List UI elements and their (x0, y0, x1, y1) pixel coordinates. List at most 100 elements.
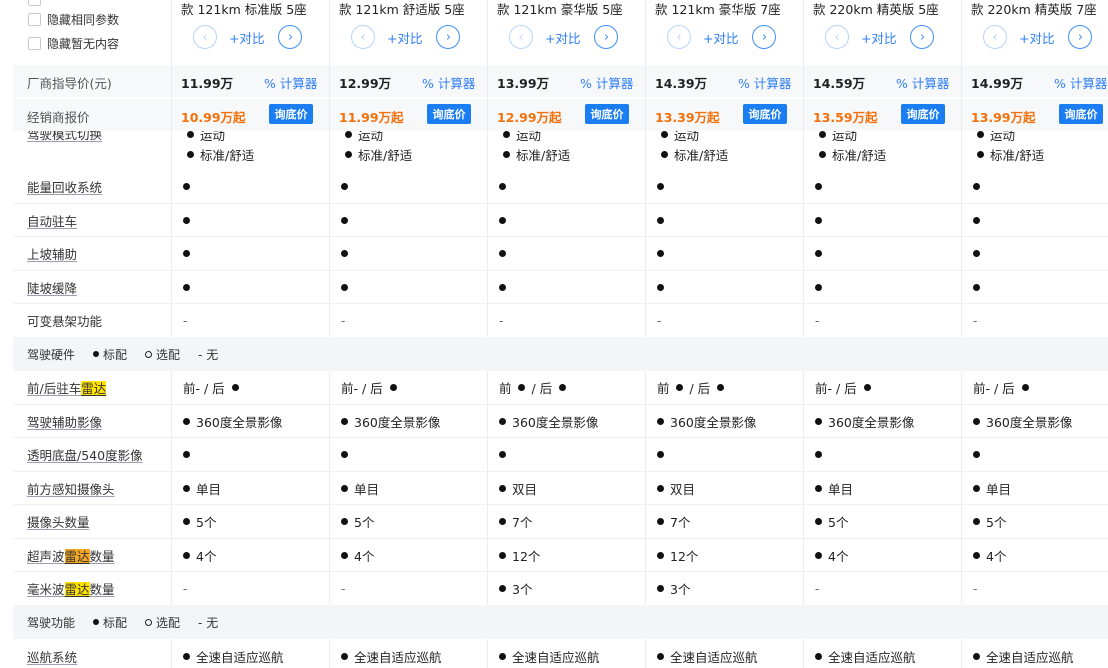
chevron-left-icon[interactable]: ‹ (351, 25, 375, 49)
dealer-price[interactable]: 13.99万起 (971, 107, 1036, 126)
row-label[interactable]: 能量回收系统 (27, 177, 102, 196)
add-compare-button[interactable]: +对比 (545, 28, 580, 47)
chevron-right-icon[interactable]: › (910, 25, 935, 49)
standard-dot-icon (231, 384, 239, 392)
column-divider (171, 99, 172, 131)
spec-cell: ● (973, 204, 1108, 238)
spec-cell: ● (657, 170, 803, 204)
spec-cell: ● 4个4个 (973, 539, 1108, 573)
calculator-link[interactable]: % 计算器 (264, 73, 317, 92)
calculator-link[interactable]: % 计算器 (422, 73, 475, 92)
dealer-price[interactable]: 13.39万起 (655, 107, 720, 126)
hide-empty-checkbox[interactable]: 隐藏暂无内容 (28, 35, 119, 52)
calculator-link[interactable]: % 计算器 (1054, 73, 1107, 92)
row-label[interactable]: 驾驶辅助影像 (27, 412, 102, 431)
row-label[interactable]: 上坡辅助 (27, 244, 77, 263)
trim-title[interactable]: 款 121km 豪华版 7座 (655, 0, 781, 18)
ask-price-button[interactable]: 询底价 (901, 104, 945, 124)
column-divider (803, 99, 804, 131)
standard-dot-icon (1021, 384, 1029, 392)
spec-value: ● (973, 250, 986, 258)
chevron-right-icon[interactable]: › (752, 25, 777, 49)
spec-value: ● 360度全景影像360度全景影像 (499, 412, 598, 431)
chevron-right-icon[interactable]: › (1068, 25, 1093, 49)
standard-dot-icon (657, 551, 664, 559)
standard-dot-icon (973, 518, 980, 526)
trim-title[interactable]: 款 220km 精英版 5座 (813, 0, 939, 18)
standard-dot-icon (183, 551, 190, 559)
spec-row: 摄像头数量 ● 5个5个 ● 5个5个 ● 7个7个 ● 7个7个 ● 5个5个 ● 5个5… (0, 505, 1108, 539)
row-label[interactable]: 可变悬架功能 (27, 311, 102, 330)
calculator-link[interactable]: % 计算器 (738, 73, 791, 92)
dealer-price[interactable]: 13.59万起 (813, 107, 878, 126)
standard-dot-icon (183, 250, 190, 258)
standard-dot-icon (973, 484, 980, 492)
chevron-left-icon[interactable]: ‹ (509, 25, 533, 49)
add-compare-button[interactable]: +对比 (229, 28, 264, 47)
add-compare-button[interactable]: +对比 (1019, 28, 1054, 47)
checkbox-box[interactable] (28, 37, 41, 50)
row-label[interactable]: 毫米波雷达数量 (27, 579, 115, 598)
section-title: 驾驶硬件 (27, 347, 76, 362)
calculator-label: 计算器 (595, 76, 634, 91)
row-label[interactable]: 摄像头数量 (27, 512, 90, 531)
ask-price-button[interactable]: 询底价 (1059, 104, 1103, 124)
calculator-link[interactable]: % 计算器 (580, 73, 633, 92)
add-compare-button[interactable]: +对比 (703, 28, 738, 47)
chevron-left-icon[interactable]: ‹ (983, 25, 1007, 49)
trim-title[interactable]: 款 121km 豪华版 5座 (497, 0, 623, 18)
standard-dot-icon (341, 551, 348, 559)
spec-cell: -- (341, 304, 487, 338)
standard-dot-icon (183, 417, 190, 425)
standard-dot-icon (345, 130, 352, 138)
spec-value: ● (657, 183, 670, 191)
ask-price-button[interactable]: 询底价 (743, 104, 787, 124)
spec-value: -- (183, 314, 187, 328)
spec-cell: 前 ● / 后 ●前 / 后 (657, 371, 803, 405)
chevron-right-icon[interactable]: › (594, 25, 619, 49)
row-label-cell: 超声波雷达数量 (13, 539, 171, 573)
add-compare-button[interactable]: +对比 (387, 28, 422, 47)
spec-value: 标准/舒适 (661, 144, 728, 164)
ask-price-button[interactable]: 询底价 (269, 104, 313, 124)
trim-title[interactable]: 款 121km 舒适版 5座 (339, 0, 465, 18)
standard-dot-icon (815, 451, 822, 459)
ask-price-button[interactable]: 询底价 (427, 104, 471, 124)
checkbox-box[interactable] (28, 13, 41, 26)
chevron-left-icon[interactable]: ‹ (825, 25, 849, 49)
standard-dot-icon (657, 250, 664, 258)
row-label[interactable]: 超声波雷达数量 (27, 546, 115, 565)
spec-value: 前- / 后 ●前- / 后 (973, 378, 1035, 397)
standard-dot-icon (187, 130, 194, 138)
percent-icon: % (264, 76, 276, 91)
spec-text: 标准/舒适 (200, 147, 255, 163)
trim-title[interactable]: 款 121km 标准版 5座 (181, 0, 307, 18)
calculator-link[interactable]: % 计算器 (896, 73, 949, 92)
spec-text: 标准/舒适 (674, 147, 729, 163)
legend-optional: 选配 (145, 614, 180, 631)
chevron-left-icon[interactable]: ‹ (667, 25, 691, 49)
dealer-price[interactable]: 10.99万起 (181, 107, 246, 126)
standard-dot-icon (183, 183, 190, 191)
chevron-right-icon[interactable]: › (278, 25, 303, 49)
row-label[interactable]: 巡航系统 (27, 647, 77, 666)
dealer-price[interactable]: 12.99万起 (497, 107, 562, 126)
row-label-text: 前/后驻车 (27, 381, 82, 397)
column-divider (803, 65, 804, 97)
trim-title[interactable]: 款 220km 精英版 7座 (971, 0, 1097, 18)
dealer-price[interactable]: 11.99万起 (339, 107, 404, 126)
legend-label: 标配 (103, 615, 128, 630)
chevron-left-icon[interactable]: ‹ (193, 25, 217, 49)
chevron-right-icon[interactable]: › (436, 25, 461, 49)
row-label[interactable]: 自动驻车 (27, 211, 77, 230)
standard-dot-icon (815, 183, 822, 191)
hide-same-checkbox[interactable]: 隐藏相同参数 (28, 11, 119, 28)
row-label[interactable]: 前/后驻车雷达 (27, 378, 107, 397)
add-compare-button[interactable]: +对比 (861, 28, 896, 47)
row-label[interactable]: 透明底盘/540度影像 (27, 445, 143, 464)
row-label[interactable]: 陡坡缓降 (27, 278, 77, 297)
ask-price-button[interactable]: 询底价 (585, 104, 629, 124)
row-label[interactable]: 前方感知摄像头 (27, 479, 115, 498)
checkbox-box[interactable] (28, 0, 41, 6)
spec-value: ● (341, 216, 354, 224)
